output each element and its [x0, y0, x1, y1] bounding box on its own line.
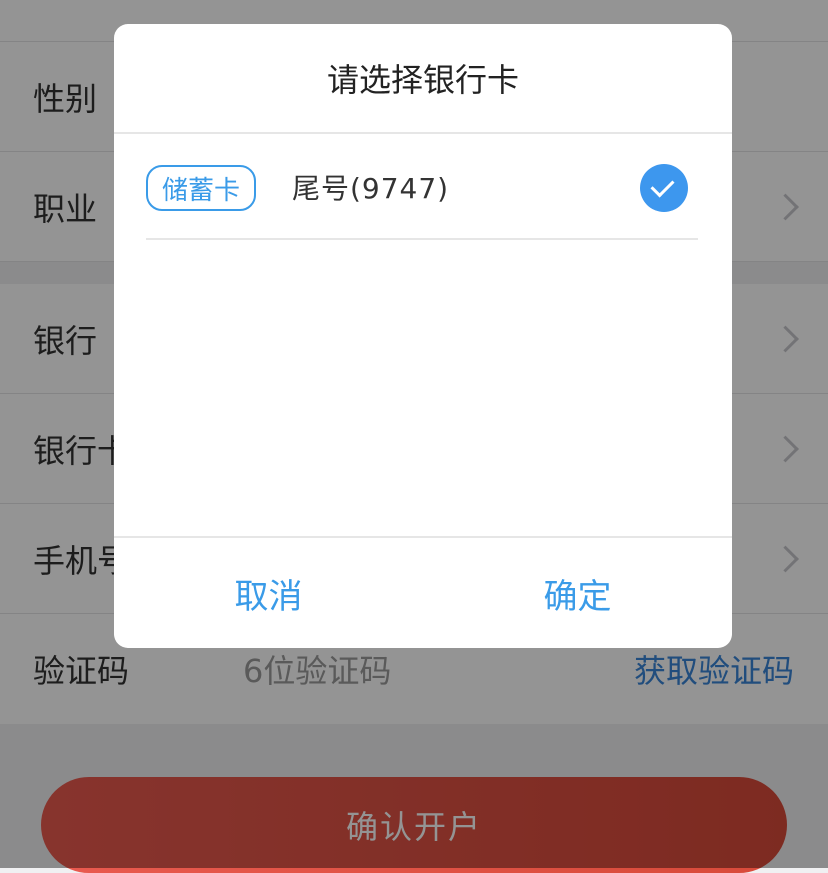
dialog-title: 请选择银行卡	[114, 24, 732, 134]
bank-card-option[interactable]: 储蓄卡 尾号(9747)	[146, 136, 698, 240]
cancel-button[interactable]: 取消	[114, 538, 423, 648]
dialog-footer: 取消 确定	[114, 536, 732, 648]
select-bank-card-dialog: 请选择银行卡 储蓄卡 尾号(9747) 取消 确定	[114, 24, 732, 648]
checkmark-icon[interactable]	[640, 164, 688, 212]
card-type-badge: 储蓄卡	[146, 165, 256, 211]
ok-button[interactable]: 确定	[423, 538, 732, 648]
card-tail-number: 尾号(9747)	[292, 172, 450, 205]
